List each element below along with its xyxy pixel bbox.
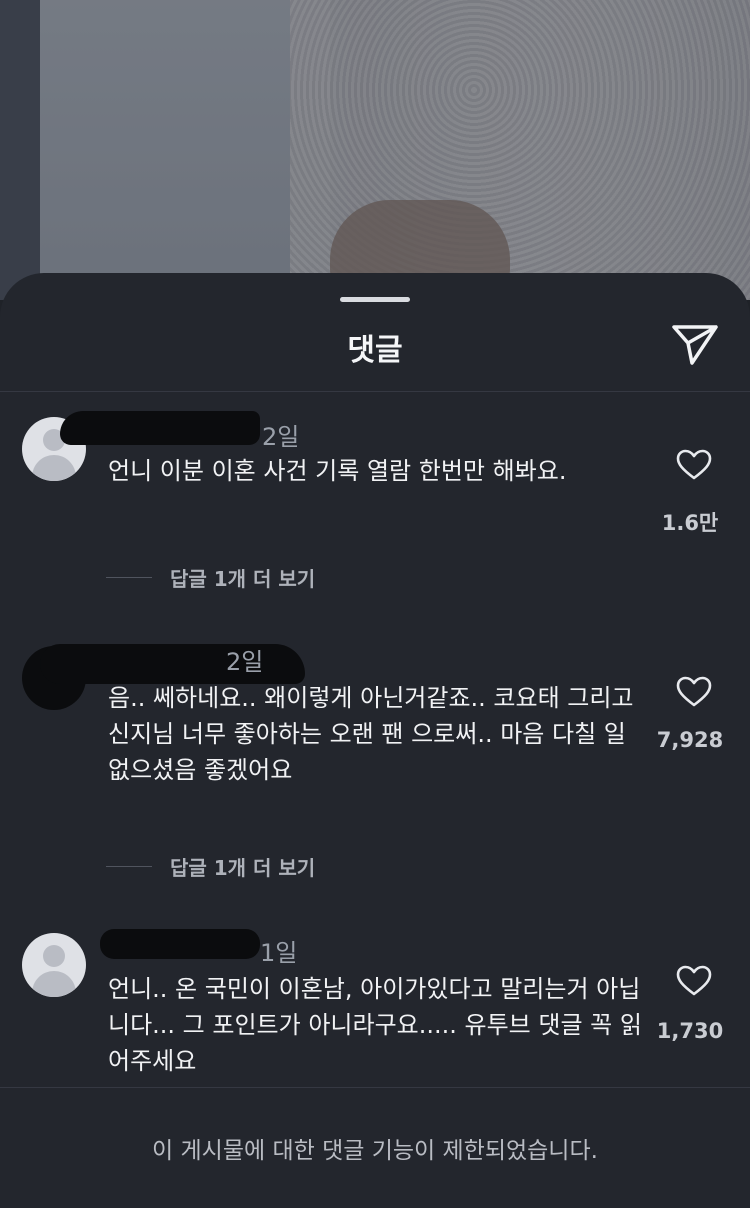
redacted-username [40,644,305,684]
heart-outline-icon[interactable] [676,676,712,708]
footer-divider [0,1087,750,1088]
comment-text: 음.. 쎄하네요.. 왜이렇게 아닌거같죠.. 코요태 그리고 신지님 너무 좋… [108,684,634,784]
like-count: 1.6만 [661,511,719,535]
avatar[interactable] [22,933,86,997]
comment-time: 2일 [262,423,300,451]
sheet-drag-handle[interactable] [340,297,410,302]
avatar-body [32,455,76,481]
photo-dim-overlay [0,0,750,300]
comments-restricted-notice: 이 게시물에 대한 댓글 기능이 제한되었습니다. [152,1138,598,1164]
replies-line [106,577,152,578]
sheet-title: 댓글 [347,333,403,368]
redacted-username [60,411,260,445]
heart-outline-icon[interactable] [676,965,712,997]
comment-text: 언니 이분 이혼 사건 기록 열람 한번만 해봐요. [108,457,567,485]
like-count: 7,928 [656,728,724,752]
replies-line [106,866,152,867]
view-replies-label: 답글 1개 더 보기 [170,567,316,591]
view-replies-label: 답글 1개 더 보기 [170,856,316,880]
send-icon [672,325,718,365]
default-avatar-icon [43,945,65,967]
comments-sheet: 댓글 2일 언니 이분 이혼 사건 기록 열람 한번만 해봐요. 1.6만 답글… [0,273,750,1208]
comment-time: 2일 [226,648,264,676]
heart-outline-icon[interactable] [676,449,712,481]
header-divider [0,391,750,392]
post-photo-background [0,0,750,300]
like-count: 1,730 [656,1019,724,1043]
avatar-body [32,971,76,997]
redacted-username [100,929,260,959]
send-button[interactable] [670,321,720,367]
comment-text: 언니.. 온 국민이 이혼남, 아이가있다고 말리는거 아닙니다... 그 포인… [108,975,642,1075]
comment-time: 1일 [260,939,298,967]
